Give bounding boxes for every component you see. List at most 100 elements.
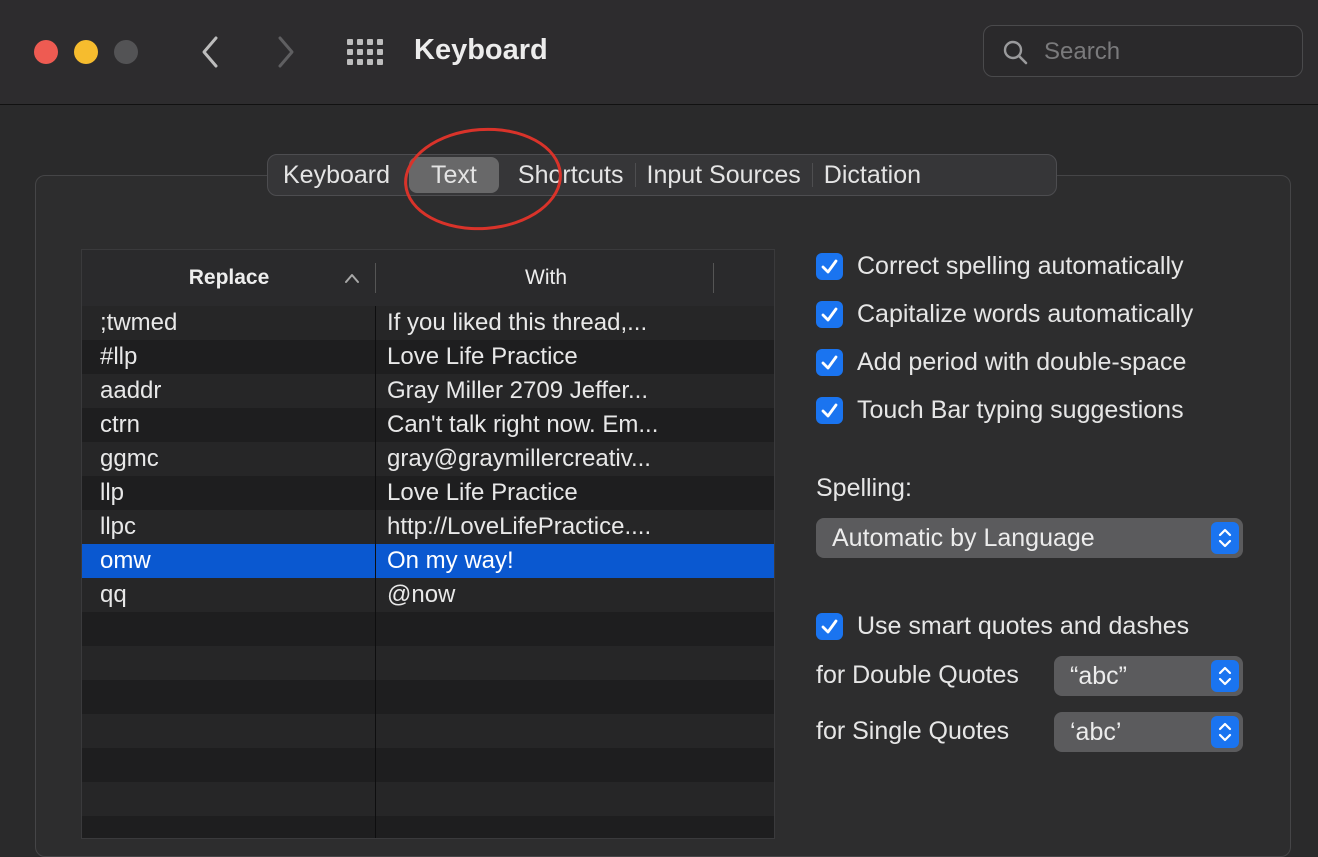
replace-cell[interactable] xyxy=(100,748,370,782)
forward-button[interactable] xyxy=(270,32,300,72)
add-period-label: Add period with double-space xyxy=(857,347,1187,376)
search-icon xyxy=(1003,40,1028,65)
table-row[interactable] xyxy=(82,816,774,838)
minimize-window-button[interactable] xyxy=(74,40,98,64)
popup-arrows xyxy=(1211,716,1239,748)
close-window-button[interactable] xyxy=(34,40,58,64)
correct-spelling-checkbox[interactable] xyxy=(816,252,843,280)
table-row[interactable]: llp Love Life Practice xyxy=(82,476,774,510)
back-button[interactable] xyxy=(196,32,226,72)
replace-cell[interactable]: ctrn xyxy=(100,408,370,442)
replace-cell[interactable] xyxy=(100,714,370,748)
with-cell[interactable]: Love Life Practice xyxy=(387,476,717,510)
table-row[interactable]: aaddr Gray Miller 2709 Jeffer... xyxy=(82,374,774,408)
double-quotes-popup[interactable]: “abc” xyxy=(1054,656,1243,696)
replace-cell[interactable] xyxy=(100,612,370,646)
spelling-popup[interactable]: Automatic by Language xyxy=(816,518,1243,558)
double-quotes-label: for Double Quotes xyxy=(816,661,1019,689)
table-row[interactable]: ctrn Can't talk right now. Em... xyxy=(82,408,774,442)
checkmark-icon xyxy=(821,403,838,417)
replace-cell[interactable]: omw xyxy=(100,544,370,578)
smart-quotes-checkbox[interactable] xyxy=(816,612,843,640)
add-period-checkbox[interactable] xyxy=(816,348,843,376)
double-quotes-popup-value: “abc” xyxy=(1070,662,1127,690)
replace-cell[interactable] xyxy=(100,680,370,714)
tab-bar: Keyboard Text Shortcuts Input Sources Di… xyxy=(267,154,1057,196)
with-cell[interactable] xyxy=(387,816,717,838)
spelling-popup-value: Automatic by Language xyxy=(832,524,1095,552)
tab-dictation[interactable]: Dictation xyxy=(813,157,932,193)
single-quotes-popup[interactable]: ‘abc’ xyxy=(1054,712,1243,752)
with-cell[interactable]: Can't talk right now. Em... xyxy=(387,408,717,442)
with-cell[interactable]: gray@graymillercreativ... xyxy=(387,442,717,476)
table-header: Replace With xyxy=(82,250,774,307)
replace-cell[interactable]: qq xyxy=(100,578,370,612)
checkmark-icon xyxy=(821,307,838,321)
with-cell[interactable] xyxy=(387,748,717,782)
with-cell[interactable]: If you liked this thread,... xyxy=(387,306,717,340)
tab-keyboard[interactable]: Keyboard xyxy=(272,157,401,193)
touch-bar-option[interactable]: Touch Bar typing suggestions xyxy=(816,395,1184,425)
column-separator xyxy=(375,306,376,838)
tab-input-sources[interactable]: Input Sources xyxy=(636,157,812,193)
with-cell[interactable]: Gray Miller 2709 Jeffer... xyxy=(387,374,717,408)
title-bar: Keyboard Search xyxy=(0,0,1318,105)
smart-quotes-option[interactable]: Use smart quotes and dashes xyxy=(816,611,1189,641)
with-cell[interactable] xyxy=(387,714,717,748)
with-cell[interactable] xyxy=(387,646,717,680)
text-replacement-table[interactable]: Replace With ;twmed If you liked this thr… xyxy=(81,249,775,839)
chevron-right-icon xyxy=(278,36,294,68)
replace-cell[interactable]: llp xyxy=(100,476,370,510)
with-cell[interactable]: @now xyxy=(387,578,717,612)
show-all-button[interactable] xyxy=(346,38,384,66)
chevron-up-down-icon xyxy=(1218,722,1232,742)
smart-quotes-label: Use smart quotes and dashes xyxy=(857,611,1190,640)
replace-cell[interactable] xyxy=(100,816,370,838)
table-row[interactable] xyxy=(82,748,774,782)
window-title: Keyboard xyxy=(414,34,548,66)
checkmark-icon xyxy=(821,355,838,369)
with-cell[interactable]: Love Life Practice xyxy=(387,340,717,374)
with-cell[interactable]: http://LoveLifePractice.... xyxy=(387,510,717,544)
table-row[interactable] xyxy=(82,646,774,680)
popup-arrows xyxy=(1211,522,1239,554)
replace-cell[interactable]: ;twmed xyxy=(100,306,370,340)
replace-cell[interactable]: aaddr xyxy=(100,374,370,408)
with-cell[interactable]: On my way! xyxy=(387,544,717,578)
table-row[interactable] xyxy=(82,782,774,816)
replace-cell[interactable]: ggmc xyxy=(100,442,370,476)
replace-cell[interactable]: llpc xyxy=(100,510,370,544)
replace-cell[interactable] xyxy=(100,646,370,680)
correct-spelling-label: Correct spelling automatically xyxy=(857,251,1184,280)
capitalize-words-checkbox[interactable] xyxy=(816,300,843,328)
with-cell[interactable] xyxy=(387,782,717,816)
search-field[interactable]: Search xyxy=(983,25,1303,77)
replace-cell[interactable]: #llp xyxy=(100,340,370,374)
replace-cell[interactable] xyxy=(100,782,370,816)
with-cell[interactable] xyxy=(387,680,717,714)
capitalize-words-option[interactable]: Capitalize words automatically xyxy=(816,299,1193,329)
chevron-left-icon xyxy=(202,36,218,68)
single-quotes-popup-value: ‘abc’ xyxy=(1070,718,1122,746)
touch-bar-checkbox[interactable] xyxy=(816,396,843,424)
correct-spelling-option[interactable]: Correct spelling automatically xyxy=(816,251,1184,281)
table-row[interactable] xyxy=(82,612,774,646)
spelling-label: Spelling: xyxy=(816,474,912,502)
checkmark-icon xyxy=(821,619,838,633)
zoom-window-button[interactable] xyxy=(114,40,138,64)
table-row[interactable]: qq @now xyxy=(82,578,774,612)
column-divider[interactable] xyxy=(713,263,714,293)
table-row[interactable]: llpc http://LoveLifePractice.... xyxy=(82,510,774,544)
table-row[interactable] xyxy=(82,714,774,748)
table-row[interactable] xyxy=(82,680,774,714)
table-row[interactable]: ggmc gray@graymillercreativ... xyxy=(82,442,774,476)
column-header-with[interactable]: With xyxy=(376,250,716,306)
add-period-option[interactable]: Add period with double-space xyxy=(816,347,1186,377)
column-header-replace[interactable]: Replace xyxy=(82,250,376,306)
grid-icon xyxy=(347,39,383,65)
table-row[interactable]: #llp Love Life Practice xyxy=(82,340,774,374)
table-row[interactable]: omw On my way! xyxy=(82,544,774,578)
with-cell[interactable] xyxy=(387,612,717,646)
sort-ascending-icon xyxy=(345,274,359,283)
table-row[interactable]: ;twmed If you liked this thread,... xyxy=(82,306,774,340)
